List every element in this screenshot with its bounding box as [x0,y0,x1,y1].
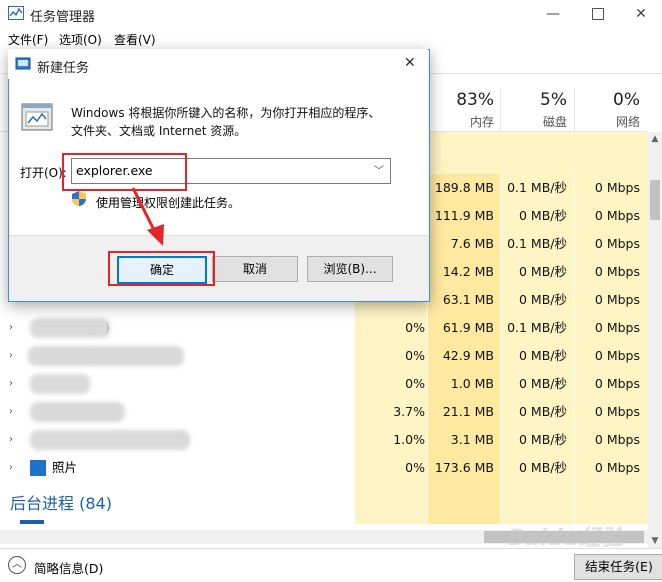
menu-file[interactable]: 文件(F) [8,31,48,48]
disk-header-pct[interactable]: 5% [500,90,567,110]
cell-mem: 61.9 MB [442,320,494,335]
scroll-up-icon[interactable]: ▲ [650,134,660,144]
cell-net: 0 Mbps [594,404,640,419]
table-row[interactable]: › 照片 0% 173.6 MB 0 MB/秒 0 Mbps [0,454,648,482]
annotation-arrow [131,187,164,246]
cell-mem: 189.8 MB [434,180,494,195]
cell-cpu: 0% [405,348,425,363]
dialog-description-1: Windows 将根据你所键入的名称，为你打开相应的程序、 [71,106,381,120]
redacted-process-name [30,430,190,450]
cell-disk: 0.1 MB/秒 [507,320,567,335]
cell-disk: 0 MB/秒 [519,264,567,279]
network-header-label[interactable]: 网络 [575,113,640,130]
maximize-button[interactable] [575,0,621,28]
cell-disk: 0 MB/秒 [519,292,567,307]
cell-net: 0 Mbps [594,432,640,447]
disk-header-label[interactable]: 磁盘 [500,113,567,130]
minimize-icon: — [546,6,560,22]
table-row[interactable]: › 0% 1.0 MB 0 MB/秒 0 Mbps [0,370,648,398]
cell-mem: 7.6 MB [450,236,494,251]
maximize-icon [592,8,604,20]
cell-net: 0 Mbps [594,180,640,195]
cell-mem: 63.1 MB [442,292,494,307]
redacted-process-name [30,318,110,338]
cell-cpu: 3.7% [393,404,425,419]
chevron-up-icon[interactable]: ︿ [8,556,26,574]
cell-mem: 173.6 MB [434,460,494,475]
redacted-process-name [30,402,125,422]
photos-app-icon [30,460,46,476]
cell-cpu: 0% [405,376,425,391]
cell-disk: 0 MB/秒 [519,404,567,419]
cell-mem: 21.1 MB [442,404,494,419]
browse-button[interactable]: 浏览(B)... [307,256,393,282]
minimize-button[interactable]: — [530,0,576,28]
background-processes-header[interactable]: 后台进程 (84) [10,490,112,514]
cell-net: 0 Mbps [594,208,640,223]
close-button[interactable]: ✕ [618,0,662,28]
redacted-process-name [30,374,90,394]
column-divider [500,88,501,132]
cell-cpu: 0% [405,460,425,475]
cell-net: 0 Mbps [594,376,640,391]
cell-disk: 0 MB/秒 [519,348,567,363]
dialog-title: 新建任务 [37,61,90,76]
cancel-button[interactable]: 取消 [212,256,298,282]
dialog-description-2: 文件夹、文档或 Internet 资源。 [71,124,247,138]
cell-mem: 14.2 MB [442,264,494,279]
row-icon [20,520,44,524]
close-icon: ✕ [635,6,647,22]
redacted-process-name [28,346,184,366]
cell-mem: 3.1 MB [450,432,494,447]
run-dialog-icon [15,56,31,72]
expand-chevron-icon[interactable]: › [9,434,13,445]
expand-chevron-icon[interactable]: › [9,378,13,389]
cell-net: 0 Mbps [594,236,640,251]
watermark: Baidu经验 [508,526,623,551]
uac-shield-icon [71,190,87,207]
memory-header-label[interactable]: 内存 [430,113,494,130]
cell-cpu: 1.0% [393,432,425,447]
cell-disk: 0 MB/秒 [519,208,567,223]
cell-net: 0 Mbps [594,348,640,363]
cell-disk: 0.1 MB/秒 [507,236,567,251]
cell-disk: 0 MB/秒 [519,460,567,475]
open-label: 打开(O): [20,166,67,180]
cell-net: 0 Mbps [594,292,640,307]
dialog-close-icon[interactable]: ✕ [404,55,416,71]
cell-disk: 0 MB/秒 [519,376,567,391]
cell-mem: 42.9 MB [442,348,494,363]
program-window-icon [20,100,56,136]
annotation-box-ok [108,251,215,286]
fewer-details-link[interactable]: 简略信息(D) [34,558,103,577]
window-title: 任务管理器 [30,10,96,25]
expand-chevron-icon[interactable]: › [9,350,13,361]
menu-view[interactable]: 查看(V) [114,31,156,48]
expand-chevron-icon[interactable]: › [9,322,13,333]
cell-mem: 1.0 MB [450,376,494,391]
scroll-thumb[interactable] [650,180,660,220]
cell-net: 0 Mbps [594,460,640,475]
cell-net: 0 Mbps [594,264,640,279]
cell-net: 0 Mbps [594,320,640,335]
process-name: 照片 [52,460,78,475]
memory-header-pct[interactable]: 83% [430,90,494,110]
scroll-down-icon[interactable]: ▼ [650,536,660,546]
cell-cpu: 0% [405,320,425,335]
expand-chevron-icon[interactable]: › [9,462,13,473]
expand-chevron-icon[interactable]: › [9,406,13,417]
chevron-down-icon[interactable]: ﹀ [374,162,384,177]
end-task-button[interactable]: 结束任务(E) [574,554,662,580]
taskmgr-app-icon [8,6,24,20]
cell-disk: 0.1 MB/秒 [507,180,567,195]
cell-mem: 111.9 MB [434,208,494,223]
menu-options[interactable]: 选项(O) [59,31,102,48]
network-header-pct[interactable]: 0% [575,90,640,110]
cell-disk: 0 MB/秒 [519,432,567,447]
column-divider [574,88,575,132]
